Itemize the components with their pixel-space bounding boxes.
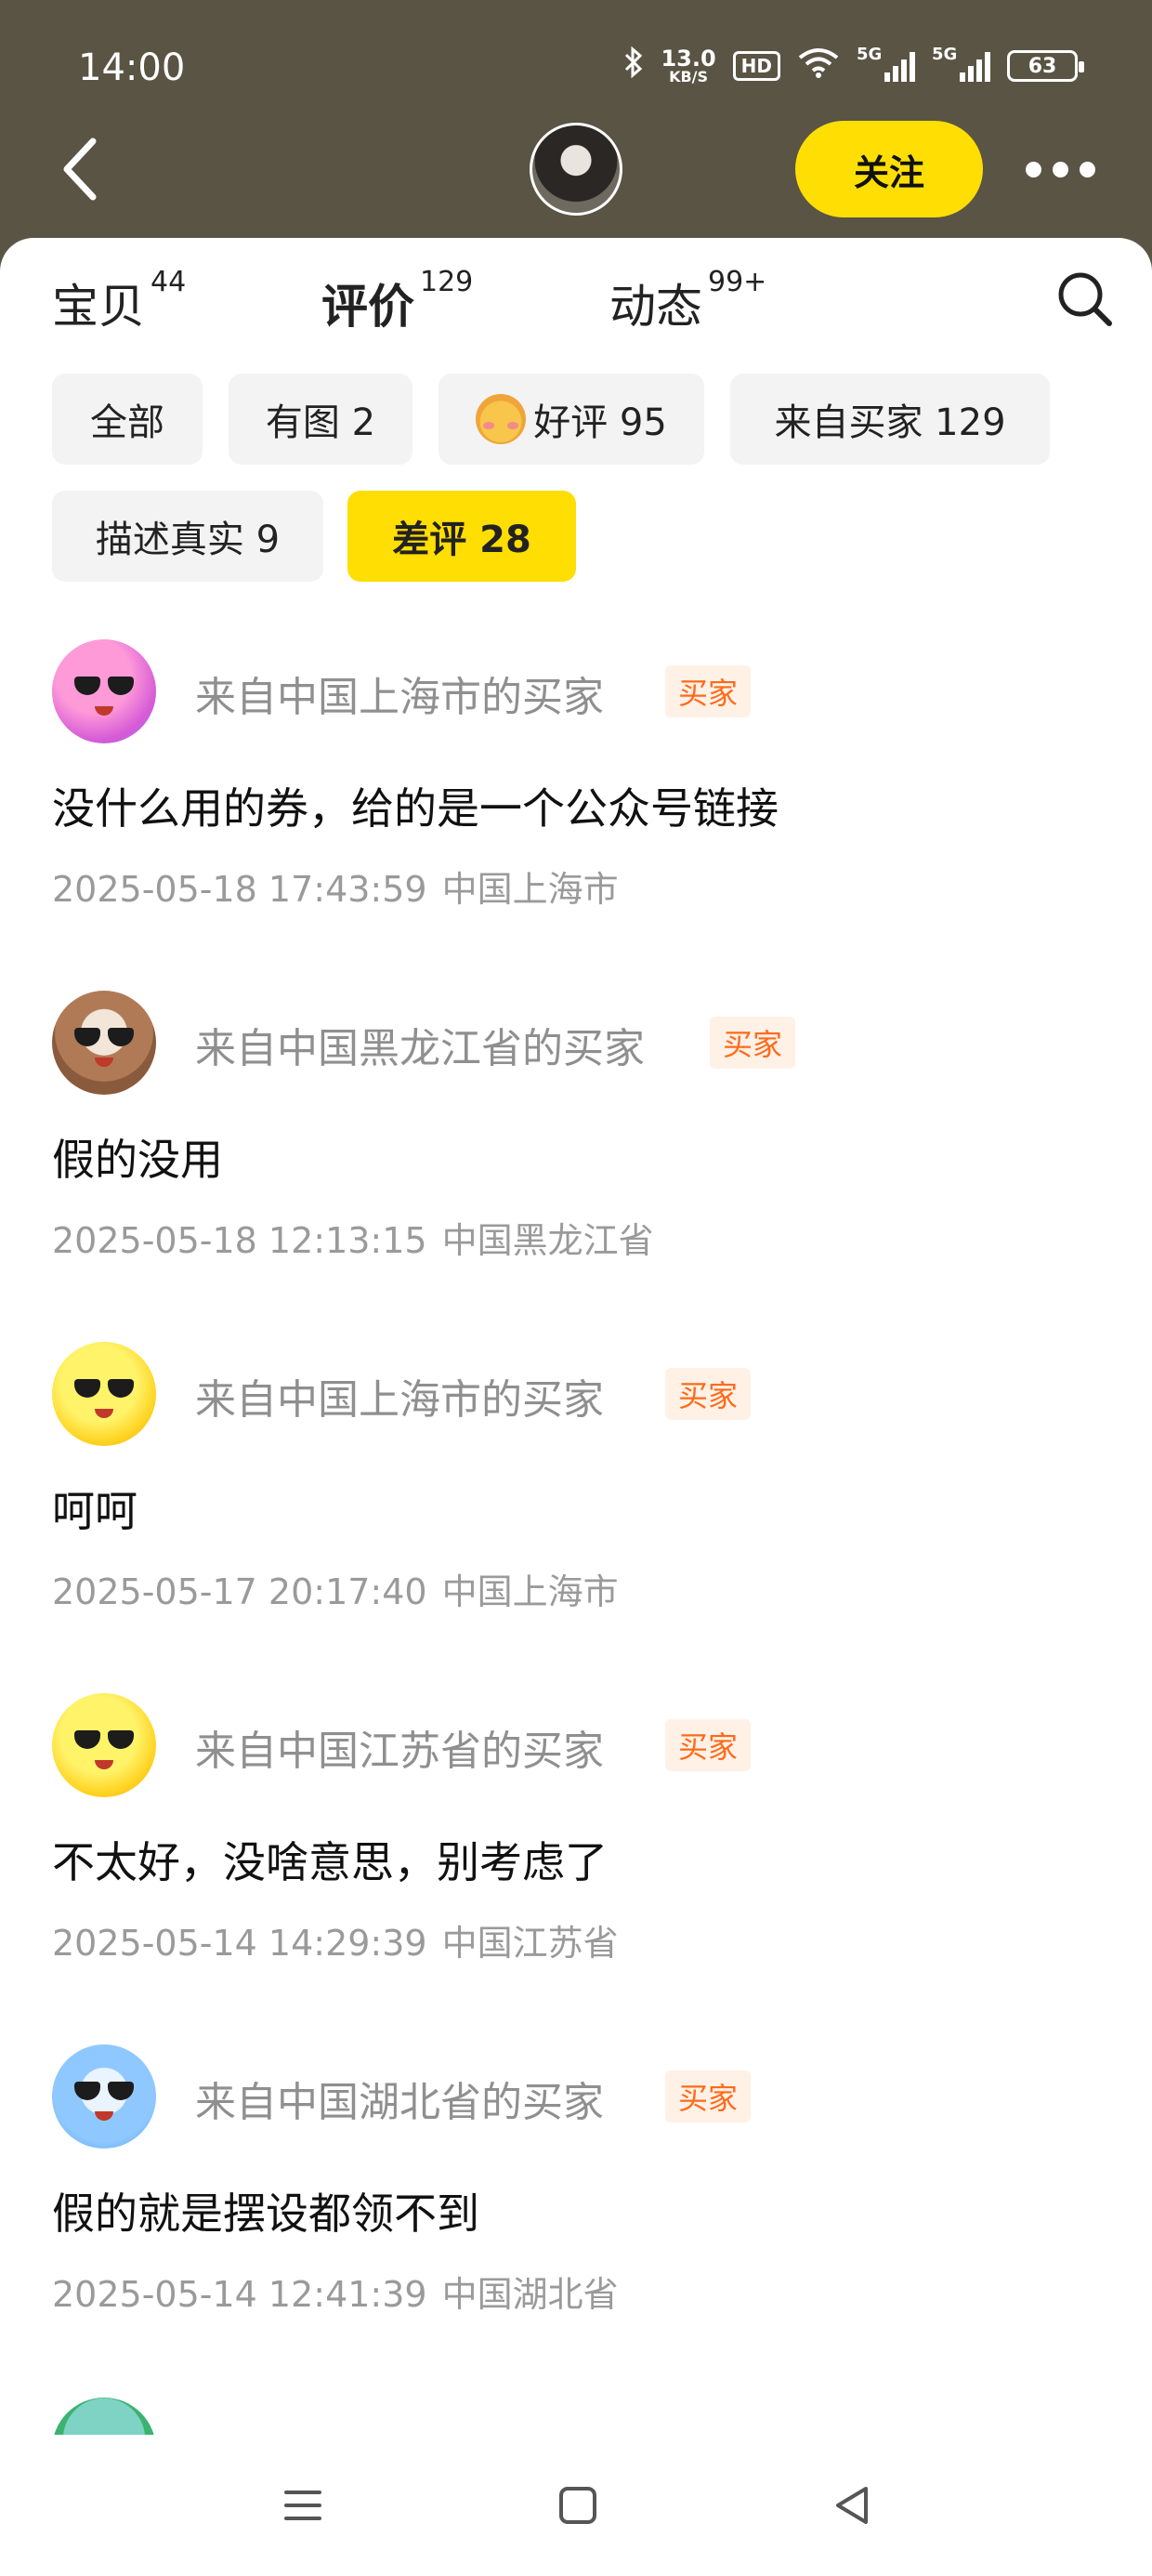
review-item: 来自中国黑龙江省的买家 买家 假的没用 2025-05-18 12:13:15 中… — [0, 991, 1152, 1297]
filter-with-images[interactable]: 有图 2 — [229, 374, 412, 465]
review-location: 中国江苏省 — [441, 1923, 619, 1964]
buyer-badge: 买家 — [665, 665, 752, 717]
dot-icon — [1026, 161, 1041, 177]
follow-button[interactable]: 关注 — [795, 121, 983, 217]
review-meta: 2025-05-18 12:13:15 中国黑龙江省 — [52, 1212, 654, 1263]
system-navigation-bar — [0, 2435, 1152, 2576]
tab-reviews[interactable]: 评价 129 — [321, 266, 473, 336]
review-location: 中国湖北省 — [441, 2274, 619, 2315]
reviewer-avatar[interactable] — [52, 2044, 156, 2149]
buyer-badge: 买家 — [665, 2070, 752, 2123]
dot-icon — [1080, 161, 1095, 177]
smile-face-icon — [476, 394, 527, 444]
menu-icon — [284, 2491, 321, 2520]
review-meta: 2025-05-14 14:29:39 中国江苏省 — [52, 1914, 619, 1965]
bluetooth-icon — [623, 46, 644, 85]
review-text: 不太好，没啥意思，别考虑了 — [52, 1837, 608, 1887]
status-icons: 13.0 KB/S HD 5G 5G 63 — [623, 45, 1084, 85]
status-bar: 14:00 13.0 KB/S HD 5G 5G 63 — [0, 0, 1152, 138]
reviewer-avatar[interactable] — [52, 639, 156, 743]
search-button[interactable] — [1055, 269, 1115, 329]
filter-accurate-description[interactable]: 描述真实 9 — [52, 491, 323, 582]
review-text: 假的没用 — [52, 1135, 223, 1185]
network-speed: 13.0 KB/S — [661, 46, 716, 85]
reviewer-avatar[interactable] — [52, 2398, 156, 2435]
home-button[interactable] — [548, 2476, 608, 2535]
chevron-left-icon — [63, 138, 97, 201]
tab-moments[interactable]: 动态 99+ — [609, 266, 766, 336]
status-time: 14:00 — [78, 46, 186, 89]
filter-negative[interactable]: 差评 28 — [347, 491, 576, 582]
reviewer-avatar[interactable] — [52, 1342, 156, 1446]
review-time: 2025-05-18 17:43:59 — [52, 869, 427, 910]
filter-all[interactable]: 全部 — [52, 374, 203, 465]
filter-positive[interactable]: 好评 95 — [439, 374, 704, 465]
hd-icon: HD — [732, 51, 780, 81]
buyer-badge: 买家 — [665, 1368, 752, 1420]
review-time: 2025-05-14 12:41:39 — [52, 2274, 427, 2315]
review-text: 呵呵 — [52, 1486, 137, 1536]
wifi-icon — [797, 46, 840, 85]
triangle-back-icon — [836, 2487, 868, 2524]
reviewer-name: 来自中国江苏省的买家 — [195, 1728, 604, 1775]
review-time: 2025-05-17 20:17:40 — [52, 1571, 427, 1612]
reviewer-name: 来自中国湖北省的买家 — [195, 2079, 604, 2126]
signal-icon: 5G — [932, 45, 990, 82]
reviewer-avatar[interactable] — [52, 1693, 156, 1797]
back-nav-button[interactable] — [823, 2476, 883, 2535]
review-item: 来自中国江苏省的买家 买家 不太好，没啥意思，别考虑了 2025-05-14 1… — [0, 1693, 1152, 2000]
home-square-icon — [559, 2487, 596, 2524]
battery-icon: 63 — [1007, 50, 1084, 82]
more-options-button[interactable] — [1026, 156, 1096, 182]
review-text: 没什么用的券，给的是一个公众号链接 — [52, 783, 779, 834]
review-time: 2025-05-18 12:13:15 — [52, 1220, 427, 1261]
review-meta: 2025-05-14 12:41:39 中国湖北省 — [52, 2266, 619, 2317]
menu-button[interactable] — [273, 2476, 333, 2535]
buyer-badge: 买家 — [665, 1719, 752, 1771]
reviewer-name: 来自中国上海市的买家 — [195, 674, 604, 721]
review-text: 假的就是摆设都领不到 — [52, 2188, 479, 2239]
reviewer-avatar[interactable] — [52, 991, 156, 1095]
reviewer-name: 来自中国黑龙江省的买家 — [195, 1025, 645, 1072]
signal-icon: 5G — [857, 45, 915, 82]
review-item-partial — [0, 2398, 1152, 2435]
search-icon — [1058, 272, 1112, 326]
review-item: 来自中国湖北省的买家 买家 假的就是摆设都领不到 2025-05-14 12:4… — [0, 2044, 1152, 2351]
dot-icon — [1053, 161, 1068, 177]
tab-items[interactable]: 宝贝 44 — [52, 266, 186, 336]
back-button[interactable] — [54, 132, 110, 206]
buyer-badge: 买家 — [710, 1017, 796, 1069]
review-item: 来自中国上海市的买家 买家 呵呵 2025-05-17 20:17:40 中国上海… — [0, 1342, 1152, 1649]
reviewer-name: 来自中国上海市的买家 — [195, 1376, 604, 1424]
review-location: 中国黑龙江省 — [441, 1220, 654, 1261]
review-time: 2025-05-14 14:29:39 — [52, 1923, 427, 1964]
seller-avatar[interactable] — [530, 123, 622, 216]
review-location: 中国上海市 — [441, 869, 619, 910]
review-item: 来自中国上海市的买家 买家 没什么用的券，给的是一个公众号链接 2025-05-… — [0, 639, 1152, 946]
review-meta: 2025-05-18 17:43:59 中国上海市 — [52, 861, 619, 912]
filter-from-buyers[interactable]: 来自买家 129 — [730, 374, 1050, 465]
review-meta: 2025-05-17 20:17:40 中国上海市 — [52, 1563, 619, 1614]
review-location: 中国上海市 — [441, 1571, 619, 1612]
